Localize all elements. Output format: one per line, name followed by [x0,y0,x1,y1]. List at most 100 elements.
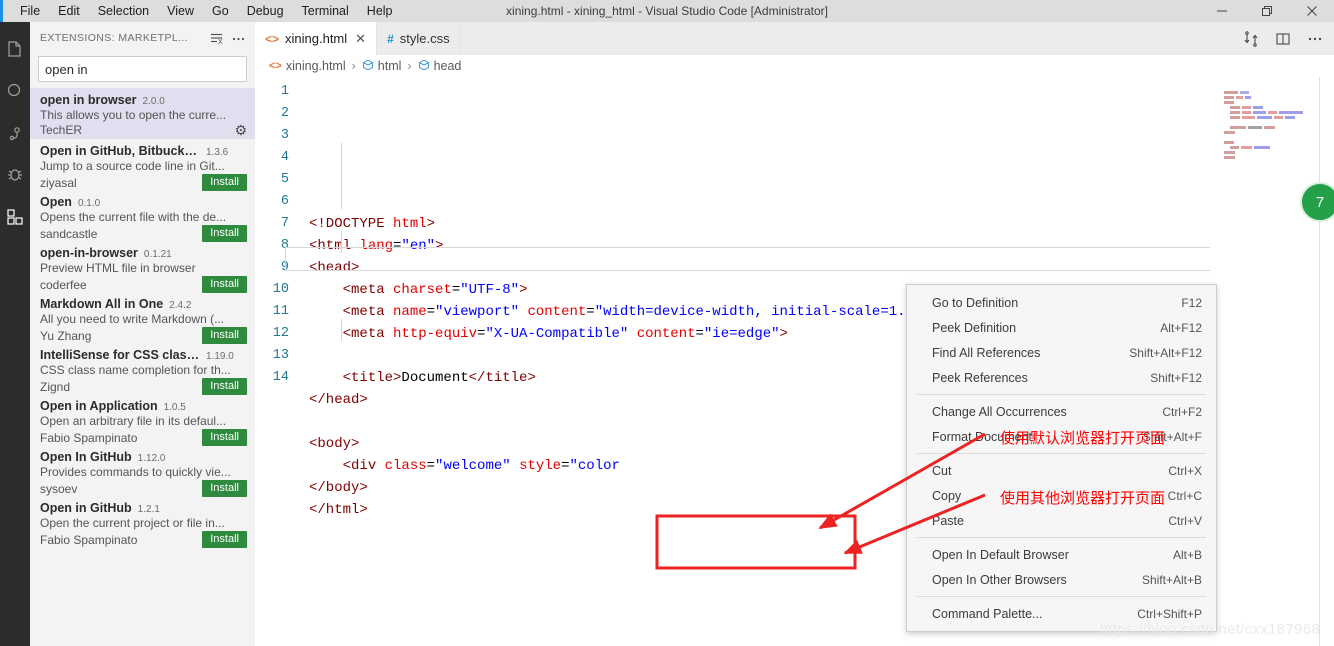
notification-count: 7 [1315,193,1325,211]
menu-item-help[interactable]: Help [358,2,402,20]
extension-list-item[interactable]: Markdown All in One 2.4.2 All you need to … [30,292,255,344]
more-editor-actions-icon[interactable] [1304,28,1326,50]
context-menu-shortcut: Ctrl+V [1168,513,1202,528]
menu-bar[interactable]: File Edit Selection View Go Debug Terminal Help [11,2,402,20]
menu-item-file[interactable]: File [11,2,49,20]
code-token: = [451,282,461,298]
extension-version: 0.1.21 [143,249,172,260]
context-menu-item[interactable]: Change All Occurrences Ctrl+F2 [907,399,1216,424]
menu-item-go[interactable]: Go [203,2,238,20]
activity-bar[interactable] [0,22,30,646]
title-bar: File Edit Selection View Go Debug Terminal Help… [0,0,1334,22]
code-token: "width=device-width, initial-scale=1.0" [594,304,923,320]
context-menu-item[interactable]: Open In Default Browser Alt+B [907,542,1216,567]
code-token: Document [401,370,469,386]
context-menu-item[interactable]: Go to Definition F12 [907,290,1216,315]
search-icon[interactable] [0,70,30,112]
restore-icon[interactable] [1244,0,1289,22]
source-control-icon[interactable] [0,112,30,154]
extensions-list[interactable]: open in browser 2.0.0 This allows you to o… [30,88,255,646]
tab-xining-html[interactable]: <> xining.html ✕ [255,22,378,55]
extension-footer-row: TechER ⚙ [40,123,247,137]
split-editor-vertical-icon[interactable] [1272,28,1294,50]
extension-version: 1.0.5 [163,402,186,413]
editor-context-menu[interactable]: Go to Definition F12 Peek Definition Alt+F1… [906,284,1217,632]
extension-description: CSS class name completion for th... [40,363,231,377]
context-menu-item[interactable]: Copy Ctrl+C [907,483,1216,508]
extension-description: This allows you to open the curre... [40,108,227,122]
context-menu-item[interactable]: Peek Definition Alt+F12 [907,315,1216,340]
code-token: <head> [309,260,360,276]
menu-item-terminal[interactable]: Terminal [293,2,358,20]
install-button[interactable]: Install [202,531,247,548]
tab-style-css[interactable]: # style.css [377,22,461,55]
install-button[interactable]: Install [202,327,247,344]
search-input[interactable] [38,56,247,82]
line-number: 2 [280,106,289,121]
vertical-scrollbar[interactable] [1320,77,1334,646]
extension-version: 2.0.0 [142,96,165,107]
close-icon[interactable] [1289,0,1334,22]
install-button[interactable]: Install [202,480,247,497]
debug-icon[interactable] [0,154,30,196]
search-box[interactable] [30,54,255,88]
extension-list-item[interactable]: open in browser 2.0.0 This allows you to o… [30,88,255,139]
code-token: html [393,216,427,232]
clear-search-results-icon[interactable]: x [205,27,227,49]
gear-icon[interactable]: ⚙ [234,123,247,137]
css-file-icon: # [387,31,394,46]
menu-item-edit[interactable]: Edit [49,2,89,20]
editor-actions[interactable] [1240,22,1334,55]
close-icon[interactable]: ✕ [355,31,366,47]
extension-list-item[interactable]: Open in GitHub, Bitbucke... 1.3.6 Jump to … [30,139,255,191]
line-number: 13 [272,348,289,363]
breadcrumb-item-head[interactable]: head [418,59,461,74]
files-icon[interactable] [0,28,30,70]
extensions-icon[interactable] [0,196,30,238]
install-button[interactable]: Install [202,174,247,191]
extension-list-item[interactable]: Open in GitHub 1.2.1 Open the current proj… [30,496,255,548]
install-button[interactable]: Install [202,429,247,446]
code-line[interactable]: <head> [309,257,1334,279]
context-menu-item[interactable]: Cut Ctrl+X [907,458,1216,483]
extension-version: 0.1.0 [77,198,101,209]
open-changes-icon[interactable] [1240,28,1262,50]
extension-list-item[interactable]: Open In GitHub 1.12.0 Provides commands to… [30,445,255,497]
context-menu-item[interactable]: Peek References Shift+F12 [907,365,1216,390]
context-menu-item[interactable]: Open In Other Browsers Shift+Alt+B [907,567,1216,592]
editor-tab-bar[interactable]: <> xining.html ✕ # style.css [255,22,1334,55]
menu-item-debug[interactable]: Debug [238,2,293,20]
minimap[interactable] [1210,77,1320,646]
extension-list-item[interactable]: Open in Application 1.0.5 Open an arbitrar… [30,394,255,446]
breadcrumb-item-html[interactable]: html [362,59,401,74]
code-token: </head> [309,392,368,408]
context-menu-shortcut: Ctrl+Shift+P [1137,606,1202,621]
more-actions-icon[interactable] [227,27,249,49]
extension-version: 2.4.2 [169,300,192,311]
breadcrumb[interactable]: <> xining.html › html › head [255,55,1334,77]
line-number: 14 [272,370,289,385]
install-button[interactable]: Install [202,225,247,242]
code-line[interactable]: <!DOCTYPE html> [309,213,1334,235]
extension-list-item[interactable]: Open 0.1.0 Opens the current file with the… [30,190,255,242]
extension-list-item[interactable]: open-in-browser 0.1.21 Preview HTML file i… [30,241,255,293]
context-menu-item[interactable]: Find All References Shift+Alt+F12 [907,340,1216,365]
sidebar-header: EXTENSIONS: MARKETPL... x [30,22,255,54]
window-controls[interactable] [1199,0,1334,22]
context-menu-shortcut: Ctrl+F2 [1162,404,1202,419]
code-line[interactable]: <html lang="en"> [309,235,1334,257]
extension-list-item[interactable]: IntelliSense for CSS class... 1.19.0 CSS c… [30,343,255,395]
install-button[interactable]: Install [202,276,247,293]
menu-item-view[interactable]: View [158,2,203,20]
minimize-icon[interactable] [1199,0,1244,22]
sidebar-title: EXTENSIONS: MARKETPL... [40,32,189,44]
install-button[interactable]: Install [202,378,247,395]
context-menu-item[interactable]: Paste Ctrl+V [907,508,1216,533]
context-menu-item[interactable]: Format Document Shift+Alt+F [907,424,1216,449]
extension-footer-row: Fabio Spampinato Install [40,429,247,446]
notification-badge[interactable]: 7 [1300,182,1334,222]
menu-item-selection[interactable]: Selection [89,2,158,20]
breadcrumb-item-file[interactable]: <> xining.html [269,59,346,73]
